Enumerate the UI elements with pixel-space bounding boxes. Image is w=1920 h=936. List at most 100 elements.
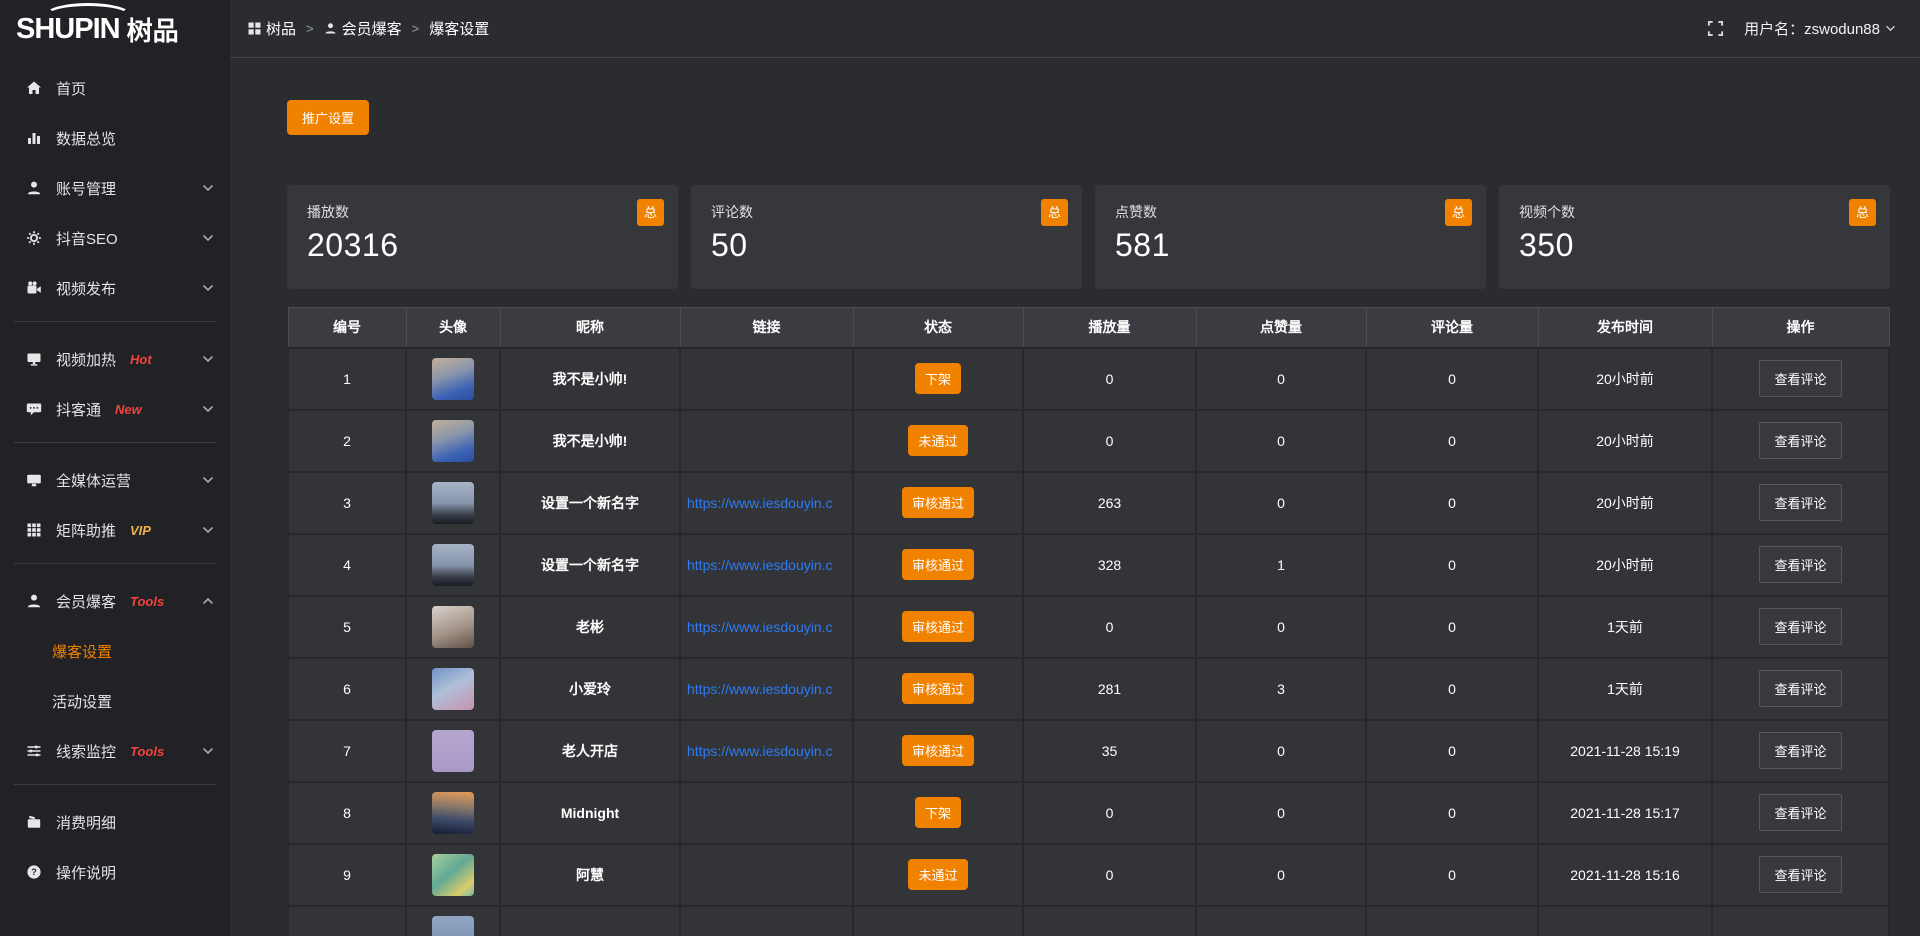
cell-status: 审核通过 xyxy=(853,596,1023,658)
screen-icon xyxy=(26,472,44,488)
cell-number: 8 xyxy=(288,782,406,844)
cell-publish-time: 20小时前 xyxy=(1538,410,1712,472)
table-row: 4 设置一个新名字 https://www.iesdouyin.c 审核通过 3… xyxy=(288,534,1889,596)
chevron-up-icon xyxy=(202,597,214,605)
cell-comments: 0 xyxy=(1366,534,1538,596)
cell-number: 2 xyxy=(288,410,406,472)
view-comments-button[interactable]: 查看评论 xyxy=(1759,856,1841,893)
sidebar-item-member-baoke[interactable]: 会员爆客 Tools xyxy=(0,576,230,626)
video-link[interactable]: https://www.iesdouyin.c xyxy=(687,495,833,511)
sidebar-item-douyin-seo[interactable]: 抖音SEO xyxy=(0,213,230,263)
view-comments-button[interactable]: 查看评论 xyxy=(1759,484,1841,521)
fullscreen-icon[interactable] xyxy=(1707,20,1724,37)
column-header: 昵称 xyxy=(500,308,680,348)
cell-actions: 查看评论 xyxy=(1712,410,1889,472)
cell-publish-time: 1天前 xyxy=(1538,596,1712,658)
cell-avatar xyxy=(406,472,500,534)
stat-cards: 播放数 20316 总 评论数 50 总 点赞数 581 总 视频个数 350 xyxy=(287,185,1890,289)
sidebar-item-matrix-boost[interactable]: 矩阵助推 VIP xyxy=(0,505,230,555)
cell-likes: 0 xyxy=(1196,844,1366,906)
sidebar-item-video-publish[interactable]: 视频发布 xyxy=(0,263,230,313)
status-badge: 未通过 xyxy=(908,859,967,890)
chevron-down-icon xyxy=(1885,25,1896,32)
cell-status xyxy=(853,906,1023,936)
user-icon xyxy=(26,593,44,609)
column-header: 评论量 xyxy=(1366,308,1538,348)
video-link[interactable]: https://www.iesdouyin.c xyxy=(687,681,833,697)
cell-avatar xyxy=(406,534,500,596)
view-comments-button[interactable]: 查看评论 xyxy=(1759,546,1841,583)
sidebar-item-operation-guide[interactable]: ? 操作说明 xyxy=(0,847,230,897)
sidebar-nav: 首页 数据总览 账号管理 抖音SEO 视频发布 xyxy=(0,58,230,897)
cell-comments: 0 xyxy=(1366,348,1538,410)
avatar xyxy=(432,358,474,400)
breadcrumb-item-current: 爆客设置 xyxy=(429,18,489,39)
cell-nickname: 小爱玲 xyxy=(500,658,680,720)
logo-arc xyxy=(44,3,132,29)
cell-link: https://www.iesdouyin.c xyxy=(680,596,853,658)
cell-actions: 查看评论 xyxy=(1712,658,1889,720)
sidebar-item-doketong[interactable]: 抖客通 New xyxy=(0,384,230,434)
sidebar-subitem-activity-settings[interactable]: 活动设置 xyxy=(0,676,230,726)
cell-status: 审核通过 xyxy=(853,720,1023,782)
sidebar-item-clue-monitor[interactable]: 线索监控 Tools xyxy=(0,726,230,776)
stat-card-comments: 评论数 50 总 xyxy=(691,185,1082,289)
sidebar-item-account-mgmt[interactable]: 账号管理 xyxy=(0,163,230,213)
cell-nickname: 设置一个新名字 xyxy=(500,534,680,596)
total-badge: 总 xyxy=(1041,199,1068,226)
cell-likes: 1 xyxy=(1196,534,1366,596)
sidebar-item-media-ops[interactable]: 全媒体运营 xyxy=(0,455,230,505)
sidebar-subitem-baoke-settings[interactable]: 爆客设置 xyxy=(0,626,230,676)
sidebar-item-consumption-detail[interactable]: 消费明细 xyxy=(0,797,230,847)
sidebar-item-video-heat[interactable]: 视频加热 Hot xyxy=(0,334,230,384)
avatar xyxy=(432,854,474,896)
column-header: 链接 xyxy=(680,308,853,348)
cell-actions: 查看评论 xyxy=(1712,720,1889,782)
view-comments-button[interactable]: 查看评论 xyxy=(1759,794,1841,831)
table-row: 9 阿慧 未通过 0 0 0 2021-11-28 15:16 查看评论 xyxy=(288,844,1889,906)
videos-table: 编号头像昵称链接状态播放量点赞量评论量发布时间操作 1 我不是小帅! 下架 0 … xyxy=(287,307,1890,936)
table-row: 3 设置一个新名字 https://www.iesdouyin.c 审核通过 2… xyxy=(288,472,1889,534)
breadcrumb-item-home[interactable]: 树品 xyxy=(266,18,296,39)
user-menu[interactable]: 用户名：zswodun88 xyxy=(1744,18,1896,39)
cell-link xyxy=(680,348,853,410)
sidebar-item-label: 视频发布 xyxy=(56,278,116,299)
breadcrumb: 树品 > 会员爆客 > 爆客设置 xyxy=(248,18,489,39)
gear-icon xyxy=(26,230,44,246)
cell-status: 审核通过 xyxy=(853,472,1023,534)
cell-comments: 0 xyxy=(1366,844,1538,906)
cell-likes: 0 xyxy=(1196,720,1366,782)
table-header-row: 编号头像昵称链接状态播放量点赞量评论量发布时间操作 xyxy=(288,308,1889,348)
view-comments-button[interactable]: 查看评论 xyxy=(1759,732,1841,769)
cell-link xyxy=(680,782,853,844)
cell-comments: 0 xyxy=(1366,658,1538,720)
cell-number: 9 xyxy=(288,844,406,906)
video-link[interactable]: https://www.iesdouyin.c xyxy=(687,557,833,573)
avatar xyxy=(432,606,474,648)
cell-link: https://www.iesdouyin.c xyxy=(680,658,853,720)
promo-settings-button[interactable]: 推广设置 xyxy=(287,100,369,135)
cell-publish-time: 2021-11-28 15:16 xyxy=(1538,844,1712,906)
video-link[interactable]: https://www.iesdouyin.c xyxy=(687,619,833,635)
view-comments-button[interactable]: 查看评论 xyxy=(1759,360,1841,397)
column-header: 编号 xyxy=(288,308,406,348)
view-comments-button[interactable]: 查看评论 xyxy=(1759,422,1841,459)
view-comments-button[interactable]: 查看评论 xyxy=(1759,608,1841,645)
video-link[interactable]: https://www.iesdouyin.c xyxy=(687,743,833,759)
sidebar-item-label: 操作说明 xyxy=(56,862,116,883)
cell-nickname: 我不是小帅! xyxy=(500,410,680,472)
stat-value: 50 xyxy=(711,227,1062,264)
stat-value: 350 xyxy=(1519,227,1870,264)
cell-plays: 0 xyxy=(1023,844,1196,906)
sidebar-divider xyxy=(14,784,216,785)
sidebar-item-data-overview[interactable]: 数据总览 xyxy=(0,113,230,163)
sidebar-item-home[interactable]: 首页 xyxy=(0,63,230,113)
topbar: 树品 > 会员爆客 > 爆客设置 用户名：zswodun88 xyxy=(230,0,1920,58)
table-row xyxy=(288,906,1889,936)
breadcrumb-item-parent[interactable]: 会员爆客 xyxy=(342,18,402,39)
svg-text:?: ? xyxy=(31,867,37,877)
cell-comments xyxy=(1366,906,1538,936)
view-comments-button[interactable]: 查看评论 xyxy=(1759,670,1841,707)
chevron-down-icon xyxy=(202,747,214,755)
chevron-down-icon xyxy=(202,405,214,413)
